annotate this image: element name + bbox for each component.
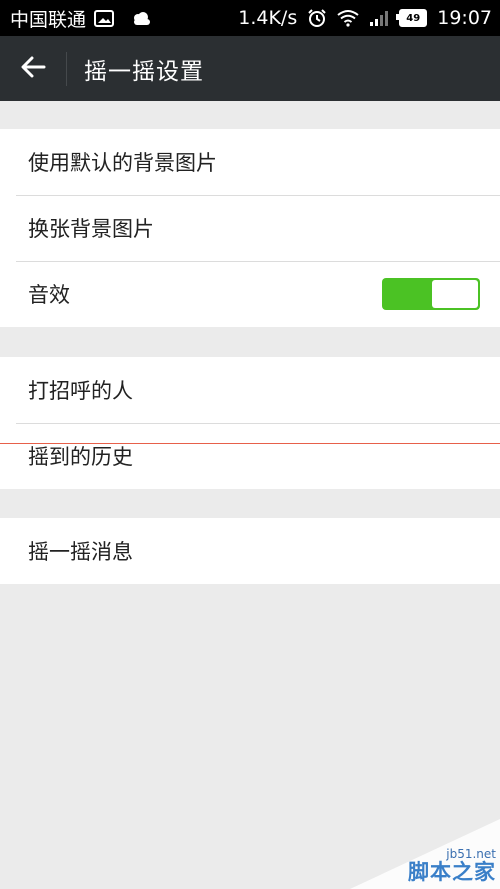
greeted-people-label: 打招呼的人 xyxy=(28,379,133,403)
battery-icon: 49 xyxy=(396,9,428,27)
back-arrow-icon xyxy=(20,56,46,82)
default-background-label: 使用默认的背景图片 xyxy=(28,151,217,175)
status-bar: 中国联通 1.4K/s 49 19:07 xyxy=(0,0,500,36)
settings-group-background: 使用默认的背景图片 换张背景图片 音效 xyxy=(0,129,500,327)
settings-group-messages: 摇一摇消息 xyxy=(0,518,500,584)
settings-group-people: 打招呼的人 摇到的历史 xyxy=(0,357,500,489)
clock: 19:07 xyxy=(437,7,492,29)
shake-history-label: 摇到的历史 xyxy=(28,445,133,469)
change-background-item[interactable]: 换张背景图片 xyxy=(0,195,500,261)
cloud-icon xyxy=(130,10,152,26)
sound-effect-label: 音效 xyxy=(28,283,70,307)
shake-messages-item[interactable]: 摇一摇消息 xyxy=(0,518,500,584)
watermark: jb51.net 脚本之家 xyxy=(350,819,500,889)
back-button[interactable] xyxy=(0,36,66,101)
alarm-icon xyxy=(307,8,327,28)
title-divider xyxy=(66,51,67,86)
default-background-item[interactable]: 使用默认的背景图片 xyxy=(0,129,500,195)
shake-messages-label: 摇一摇消息 xyxy=(28,540,133,564)
toggle-knob xyxy=(432,280,478,308)
image-icon xyxy=(94,9,115,27)
signal-icon xyxy=(369,10,389,26)
sound-effect-toggle[interactable] xyxy=(382,278,480,310)
watermark-text: 脚本之家 xyxy=(408,860,496,884)
carrier-label: 中国联通 xyxy=(10,8,87,31)
greeted-people-item[interactable]: 打招呼的人 xyxy=(0,357,500,423)
change-background-label: 换张背景图片 xyxy=(28,217,154,241)
highlight-line xyxy=(0,443,500,444)
network-speed: 1.4K/s xyxy=(238,7,298,29)
page-title: 摇一摇设置 xyxy=(84,58,204,85)
shake-history-item[interactable]: 摇到的历史 xyxy=(0,423,500,489)
wifi-icon xyxy=(337,9,359,27)
app-bar: 摇一摇设置 xyxy=(0,36,500,101)
sound-effect-item: 音效 xyxy=(0,261,500,327)
